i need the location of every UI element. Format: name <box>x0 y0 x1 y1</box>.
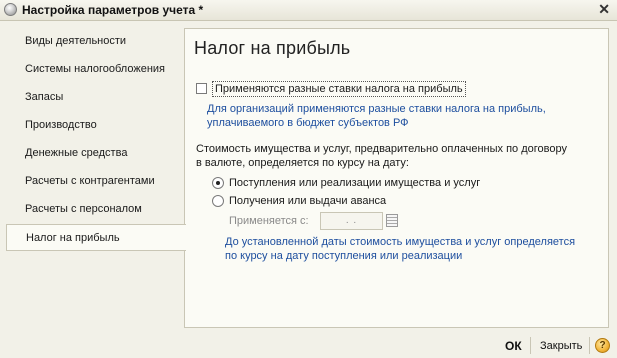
valuation-text-line1: Стоимость имущества и услуг, предварител… <box>196 143 567 155</box>
radio-advance[interactable] <box>212 195 224 207</box>
radio-receipt[interactable] <box>212 177 224 189</box>
app-logo-icon <box>4 3 17 16</box>
page-title: Налог на прибыль <box>194 38 351 58</box>
sidebar-item-tax-systems[interactable]: Системы налогообложения <box>6 56 184 83</box>
radio-advance-label[interactable]: Получения или выдачи аванса <box>229 194 386 208</box>
applies-from-label: Применяется с: <box>229 215 309 227</box>
title-bar: Настройка параметров учета * ✕ <box>0 0 617 21</box>
footer-divider <box>530 337 531 354</box>
sidebar-item-inventory[interactable]: Запасы <box>6 84 184 111</box>
applies-from-date-input[interactable]: . . <box>320 212 383 230</box>
valuation-text-line2: в валюте, определяется по курсу на дату: <box>196 157 409 169</box>
close-button[interactable]: Закрыть <box>540 340 582 352</box>
close-icon[interactable]: ✕ <box>598 1 610 18</box>
sidebar-item-cash[interactable]: Денежные средства <box>6 140 184 167</box>
ok-button[interactable]: ОК <box>505 339 522 353</box>
different-rates-checkbox[interactable] <box>196 83 207 94</box>
sidebar-item-counterparties[interactable]: Расчеты с контрагентами <box>6 168 184 195</box>
sidebar-item-activities[interactable]: Виды деятельности <box>6 28 184 55</box>
different-rates-hint-line1: Для организаций применяются разные ставк… <box>207 103 546 115</box>
different-rates-label[interactable]: Применяются разные ставки налога на приб… <box>212 81 466 97</box>
footer-bar: ОК Закрыть ? <box>0 333 617 358</box>
different-rates-hint-line2: уплачиваемого в бюджет субъектов РФ <box>207 117 409 129</box>
sidebar-item-personnel[interactable]: Расчеты с персоналом <box>6 196 184 223</box>
date-hint-line1: До установленной даты стоимость имуществ… <box>225 236 576 248</box>
sidebar-item-production[interactable]: Производство <box>6 112 184 139</box>
sidebar-item-profit-tax[interactable]: Налог на прибыль <box>6 224 186 251</box>
settings-panel: Налог на прибыль Применяются разные став… <box>184 28 609 328</box>
sidebar: Виды деятельности Системы налогообложени… <box>6 28 186 328</box>
footer-divider <box>589 337 590 354</box>
help-icon[interactable]: ? <box>595 338 610 353</box>
radio-receipt-label[interactable]: Поступления или реализации имущества и у… <box>229 176 480 190</box>
calendar-icon[interactable] <box>386 214 398 227</box>
window-title: Настройка параметров учета * <box>22 3 204 17</box>
date-hint-line2: по курсу на дату поступления или реализа… <box>225 250 463 262</box>
